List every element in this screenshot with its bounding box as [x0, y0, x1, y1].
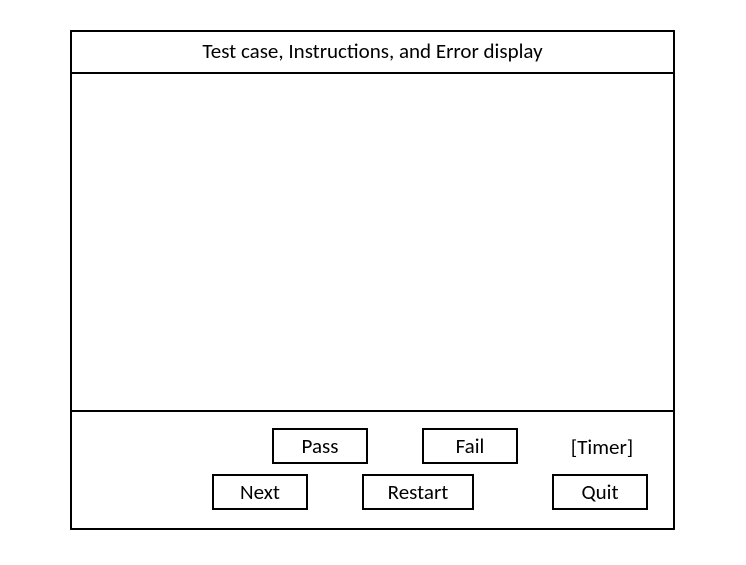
content-area [72, 74, 673, 410]
fail-button[interactable]: Fail [422, 428, 518, 464]
header-bar: Test case, Instructions, and Error displ… [72, 32, 673, 74]
app-frame: Test case, Instructions, and Error displ… [70, 30, 675, 530]
header-title: Test case, Instructions, and Error displ… [202, 38, 542, 64]
footer-bar: Pass Fail [Timer] Next Restart Quit [72, 410, 673, 528]
restart-button[interactable]: Restart [362, 474, 474, 510]
quit-button[interactable]: Quit [552, 474, 648, 510]
timer-label: [Timer] [562, 434, 642, 460]
next-button[interactable]: Next [212, 474, 308, 510]
pass-button[interactable]: Pass [272, 428, 368, 464]
